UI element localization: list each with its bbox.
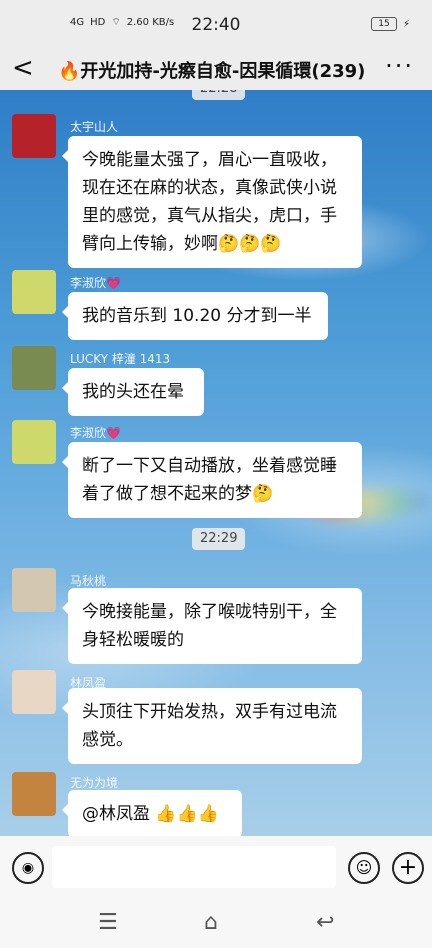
message-bubble[interactable]: 头顶往下开始发热，双手有过电流感觉。 [62, 688, 362, 764]
chat-header: < 🔥开光加持-光瘵自愈-因果循環(239) ··· [0, 50, 432, 90]
message-bubble[interactable]: 我的头还在晕 [62, 368, 204, 416]
timestamp-mid: 22:29 [192, 528, 246, 550]
message-bubble[interactable]: 我的音乐到 10.20 分才到一半 [62, 292, 328, 340]
system-nav-bar: ☰ ⌂ ↩ [0, 898, 432, 948]
avatar[interactable] [12, 670, 56, 714]
nav-home-icon[interactable]: ⌂ [204, 910, 218, 935]
avatar[interactable] [12, 114, 56, 158]
sender-name: 李淑欣💗 [70, 426, 121, 440]
emoji-button[interactable]: ☺ [348, 852, 380, 884]
message-bubble[interactable]: 今晚能量太强了，眉心一直吸收，现在还在麻的状态，真像武侠小说里的感觉，真气从指尖… [62, 136, 362, 268]
message-bubble[interactable]: 断了一下又自动播放，坐着感觉睡着了做了想不起来的梦🤔 [62, 442, 362, 518]
timestamp-top: 22:28 [192, 90, 246, 100]
message-input[interactable] [52, 846, 336, 888]
sender-name: LUCKY 梓潼 1413 [70, 352, 171, 366]
sender-name: 马秋桃 [70, 574, 107, 588]
more-button[interactable]: ··· [385, 52, 414, 80]
status-right: 15 ⚡ [370, 17, 410, 31]
status-bar: 4G HD ⌔ 2.60 KB/s 22:40 15 ⚡ [0, 0, 432, 50]
avatar[interactable] [12, 270, 56, 314]
nav-menu-icon[interactable]: ☰ [98, 910, 118, 935]
more-actions-button[interactable]: + [392, 852, 424, 884]
sender-name: 无为为境 [70, 776, 119, 790]
back-button[interactable]: < [12, 54, 40, 82]
chat-area[interactable]: 22:28 太宇山人 今晚能量太强了，眉心一直吸收，现在还在麻的状态，真像武侠小… [0, 90, 432, 836]
chat-title: 🔥开光加持-光瘵自愈-因果循環(239) [58, 61, 366, 82]
nav-back-icon[interactable]: ↩ [316, 910, 334, 935]
message-bubble[interactable]: 今晚接能量，除了喉咙特别干，全身轻松暖暖的 [62, 588, 362, 664]
battery-indicator: 15 [370, 17, 397, 31]
input-bar: ◉ ☺ + ☰ ⌂ ↩ [0, 836, 432, 948]
avatar[interactable] [12, 420, 56, 464]
avatar[interactable] [12, 346, 56, 390]
status-time: 22:40 [191, 15, 241, 35]
message-bubble[interactable]: @林凤盈 👍👍👍 [62, 790, 242, 836]
sender-name: 太宇山人 [70, 120, 119, 134]
sender-name: 李淑欣💗 [70, 276, 121, 290]
charging-icon: ⚡ [402, 18, 410, 30]
voice-input-button[interactable]: ◉ [12, 852, 44, 884]
avatar[interactable] [12, 568, 56, 612]
avatar[interactable] [12, 772, 56, 816]
